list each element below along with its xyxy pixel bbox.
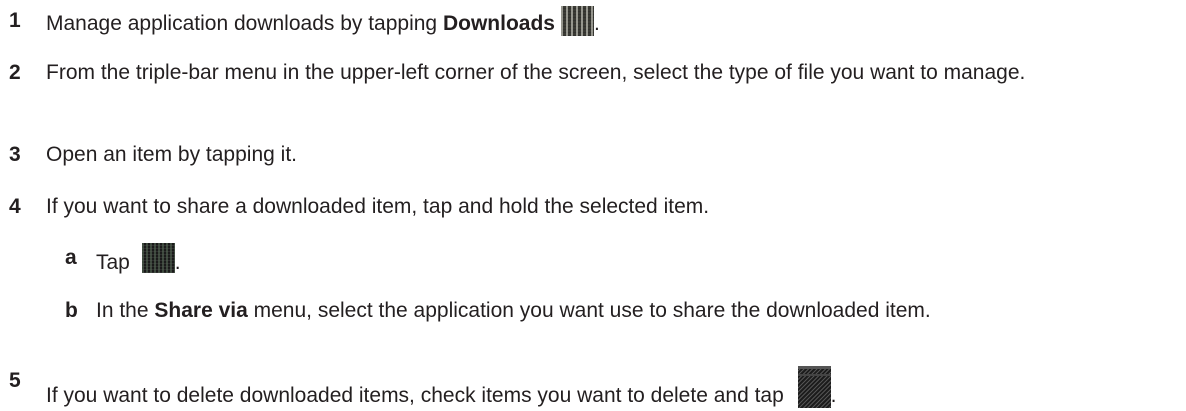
step-text: If you want to delete downloaded items, … xyxy=(46,366,1180,411)
downloads-icon xyxy=(560,6,594,36)
share-icon xyxy=(141,243,175,273)
substep-letter: b xyxy=(65,299,78,322)
substep-text: Tap . xyxy=(96,243,1180,278)
step-text: Open an item by tapping it. xyxy=(46,143,297,166)
downloads-label: Downloads xyxy=(442,12,555,35)
step-text: From the triple-bar menu in the upper-le… xyxy=(46,61,1026,84)
delete-icon xyxy=(797,366,831,408)
step-number: 4 xyxy=(9,195,21,218)
step-number: 3 xyxy=(9,143,21,166)
substep-text: In the Share via menu, select the applic… xyxy=(96,299,931,322)
share-via-label: Share via xyxy=(154,299,248,322)
step-text: Manage application downloads by tapping … xyxy=(46,6,1180,39)
step-number: 2 xyxy=(9,61,21,84)
substep-letter: a xyxy=(65,246,77,269)
step-text: If you want to share a downloaded item, … xyxy=(46,195,710,218)
step-number: 5 xyxy=(9,369,21,392)
step-number: 1 xyxy=(9,9,21,32)
